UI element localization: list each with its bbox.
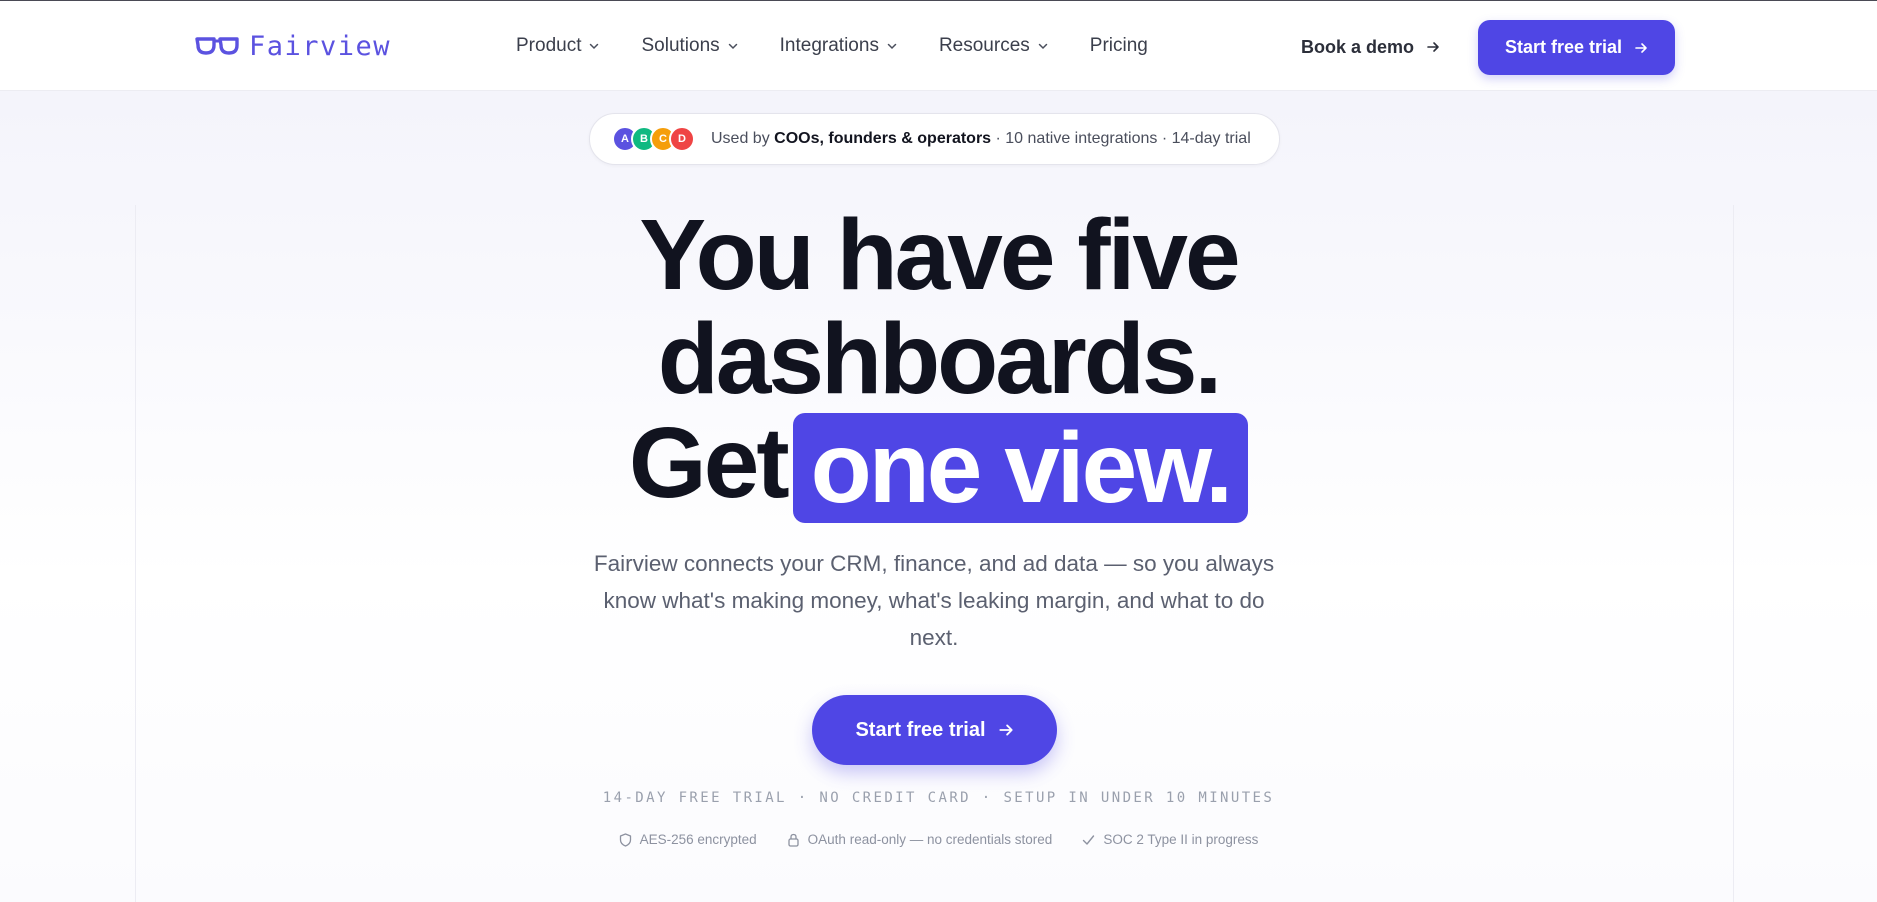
avatar: D [669,126,695,152]
hero-start-trial-button[interactable]: Start free trial [812,695,1057,765]
nav-item-product[interactable]: Product [516,35,599,57]
hero-heading-line2: dashboards. [657,303,1223,415]
social-proof-badge: A B C D Used by COOs, founders & operato… [589,113,1280,165]
main-nav: Product Solutions Integrations Resources… [516,31,1148,61]
badge-suffix: · 10 native integrations · 14-day trial [991,130,1251,147]
nav-item-label: Solutions [641,35,720,56]
logo-link[interactable]: Fairview [195,29,391,63]
nav-item-resources[interactable]: Resources [939,35,1048,57]
hero-heading-line3: Get one view. [0,411,1877,523]
nav-item-integrations[interactable]: Integrations [780,35,897,57]
nav-item-label: Resources [938,35,1030,56]
nav-item-pricing[interactable]: Pricing [1090,35,1148,57]
badge-prefix: Used by [711,130,775,147]
nav-item-label: Pricing [1089,35,1148,56]
trust-item-encryption: AES-256 encrypted [619,832,757,847]
hero-heading: You have five dashboards. Get one view. [0,199,1877,523]
trust-item-oauth: OAuth read-only — no credentials stored [787,832,1053,847]
start-trial-label: Start free trial [1504,37,1623,57]
hero-heading-plain: Get [628,407,790,519]
book-demo-link[interactable]: Book a demo [1301,33,1440,61]
nav-item-label: Product [516,35,582,56]
check-icon [1083,834,1095,845]
chevron-down-icon [887,43,897,50]
arrow-right-icon [1427,42,1439,52]
arrow-right-icon [1635,42,1647,53]
trust-label: SOC 2 Type II in progress [1103,832,1259,847]
trust-label: AES-256 encrypted [639,832,757,847]
hero-heading-highlight: one view. [792,413,1249,523]
nav-item-label: Integrations [779,35,879,56]
lock-icon [788,833,799,847]
trust-label: OAuth read-only — no credentials stored [807,832,1053,847]
chevron-down-icon [1038,43,1048,50]
arrow-right-icon [998,724,1013,736]
book-demo-label: Book a demo [1301,36,1415,57]
cta-label: Start free trial [855,718,986,741]
badge-text: Used by COOs, founders & operators · 10 … [711,130,1251,148]
hero-heading-line1: You have five [639,199,1240,311]
shield-icon [619,832,631,847]
logo-text: Fairview [249,30,392,62]
chevron-down-icon [728,43,737,50]
site-header: Fairview Product Solutions Integrations … [0,1,1877,91]
hero-lead: Fairview connects your CRM, finance, and… [593,551,1275,650]
trust-row: AES-256 encrypted OAuth read-only — no c… [0,832,1877,847]
badge-highlight: COOs, founders & operators [774,130,992,147]
header-start-trial-button[interactable]: Start free trial [1478,20,1675,75]
trust-item-soc2: SOC 2 Type II in progress [1082,832,1258,847]
glasses-logo-icon [195,36,239,56]
fine-print: 14-DAY FREE TRIAL · NO CREDIT CARD · SET… [602,790,1275,806]
avatar-stack: A B C D [612,126,695,152]
chevron-down-icon [590,43,599,50]
nav-item-solutions[interactable]: Solutions [641,35,737,57]
